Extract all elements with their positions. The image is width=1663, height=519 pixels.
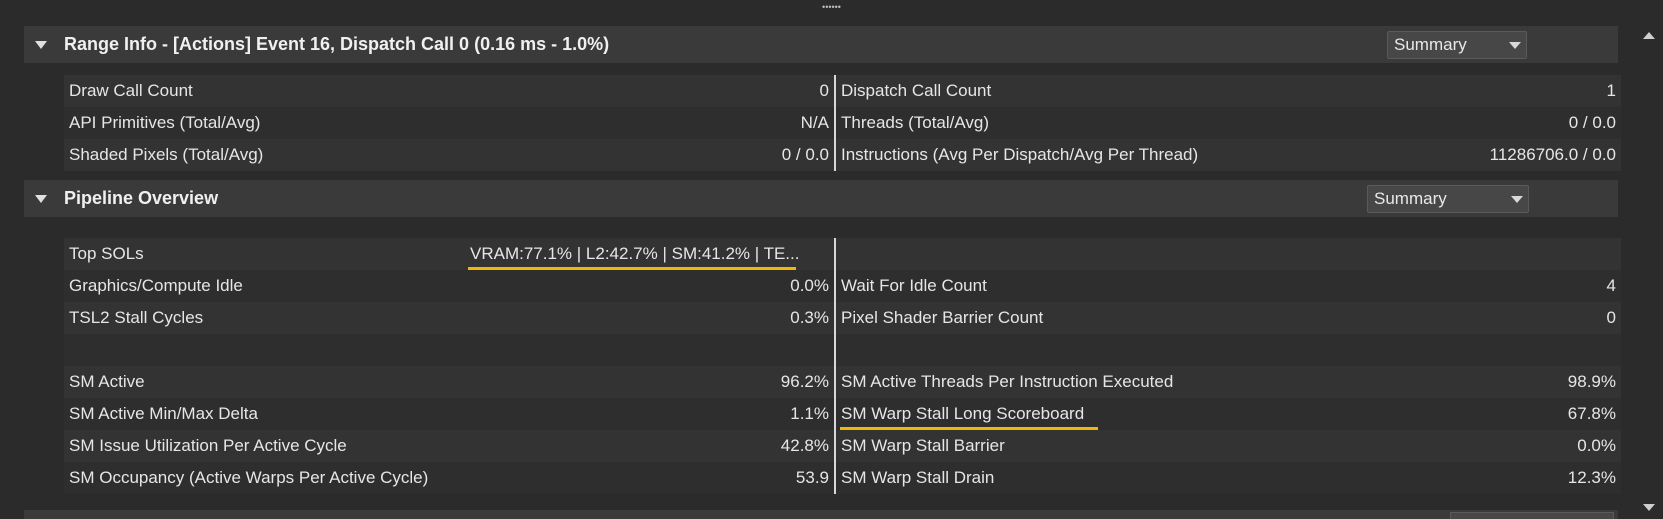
metric-label: SM Warp Stall Drain xyxy=(841,468,995,487)
table-row: TSL2 Stall Cycles 0.3% Pixel Shader Barri… xyxy=(64,302,1621,334)
metric-value: 98.9% xyxy=(1567,372,1616,391)
pipeline-overview-header[interactable]: Pipeline Overview Summary xyxy=(24,180,1618,217)
metric-label: Pixel Shader Barrier Count xyxy=(841,308,1044,327)
metric-value: 4 xyxy=(1606,276,1616,295)
scroll-up-arrow-icon[interactable] xyxy=(1641,28,1657,42)
metric-value: 0.0% xyxy=(1577,436,1616,455)
metric-value: 42.8% xyxy=(780,436,829,455)
dropdown-selected-value: Summary xyxy=(1374,189,1447,208)
metric-value: 0 / 0.0 xyxy=(1568,113,1616,132)
panel-resize-grip[interactable]: •••••• xyxy=(0,0,1663,14)
metric-value: 0.3% xyxy=(790,308,829,327)
metric-label: SM Active xyxy=(69,372,145,391)
metric-label: API Primitives (Total/Avg) xyxy=(69,113,261,132)
metric-label: SM Active Min/Max Delta xyxy=(69,404,258,423)
metric-label: SM Warp Stall Barrier xyxy=(841,436,1005,455)
metric-label: SM Occupancy (Active Warps Per Active Cy… xyxy=(69,468,429,487)
metric-label: Draw Call Count xyxy=(69,81,193,100)
metric-label: Dispatch Call Count xyxy=(841,81,992,100)
metric-value: N/A xyxy=(800,113,829,132)
metric-label: Shaded Pixels (Total/Avg) xyxy=(69,145,264,164)
range-info-title: Range Info - [Actions] Event 16, Dispatc… xyxy=(64,34,610,54)
table-row: Draw Call Count 0 Dispatch Call Count 1 xyxy=(64,75,1621,107)
metric-label: SM Active Threads Per Instruction Execut… xyxy=(841,372,1174,391)
next-section-header-partial[interactable] xyxy=(24,510,1618,519)
vertical-scrollbar[interactable] xyxy=(1639,26,1659,516)
table-row: SM Occupancy (Active Warps Per Active Cy… xyxy=(64,462,1621,494)
pipeline-overview-title: Pipeline Overview xyxy=(64,188,219,208)
next-section-dropdown-partial[interactable] xyxy=(1450,512,1614,519)
table-row-spacer xyxy=(64,334,1621,366)
chevron-down-icon xyxy=(1506,195,1528,203)
metric-value: 11286706.0 / 0.0 xyxy=(1489,145,1616,164)
metric-value: 0 xyxy=(819,81,829,100)
metrics-panel: Range Info - [Actions] Event 16, Dispatc… xyxy=(24,26,1621,516)
metric-value: 0.0% xyxy=(790,276,829,295)
metric-label: SM Issue Utilization Per Active Cycle xyxy=(69,436,347,455)
table-row: SM Active Min/Max Delta 1.1% SM Warp Stal… xyxy=(64,398,1621,430)
table-row: Graphics/Compute Idle 0.0% Wait For Idle … xyxy=(64,270,1621,302)
range-info-header[interactable]: Range Info - [Actions] Event 16, Dispatc… xyxy=(24,26,1618,63)
table-row: API Primitives (Total/Avg) N/A Threads (T… xyxy=(64,107,1621,139)
metric-value: 1 xyxy=(1606,81,1616,100)
metric-value: 1.1% xyxy=(790,404,829,423)
table-row: SM Active 96.2% SM Active Threads Per Ins… xyxy=(64,366,1621,398)
scrollbar-track[interactable] xyxy=(1639,26,1659,516)
range-info-view-dropdown[interactable]: Summary xyxy=(1387,31,1527,59)
metric-value: 53.9 xyxy=(795,468,829,487)
metric-label: TSL2 Stall Cycles xyxy=(69,308,204,327)
table-row: Shaded Pixels (Total/Avg) 0 / 0.0 Instruc… xyxy=(64,139,1621,171)
chevron-down-icon xyxy=(1504,41,1526,49)
metric-label: Threads (Total/Avg) xyxy=(841,113,990,132)
top-sols-value: VRAM:77.1% | L2:42.7% | SM:41.2% | TE... xyxy=(470,244,800,263)
metric-label: Instructions (Avg Per Dispatch/Avg Per T… xyxy=(841,145,1199,164)
metric-value: 96.2% xyxy=(780,372,829,391)
table-row-top-sols: Top SOLs VRAM:77.1% | L2:42.7% | SM:41.2… xyxy=(64,238,1621,270)
collapse-triangle-icon[interactable] xyxy=(34,38,48,52)
scroll-down-arrow-icon[interactable] xyxy=(1641,500,1657,514)
table-row: SM Issue Utilization Per Active Cycle 42.… xyxy=(64,430,1621,462)
metric-label: Graphics/Compute Idle xyxy=(69,276,243,295)
metric-label: SM Warp Stall Long Scoreboard xyxy=(841,404,1085,423)
metric-label: Wait For Idle Count xyxy=(841,276,987,295)
metric-value: 0 xyxy=(1606,308,1616,327)
metric-value: 67.8% xyxy=(1567,404,1616,423)
dropdown-selected-value: Summary xyxy=(1394,35,1467,54)
pipeline-overview-view-dropdown[interactable]: Summary xyxy=(1367,185,1529,213)
range-info-table: Draw Call Count 0 Dispatch Call Count 1 AP… xyxy=(64,75,1621,171)
metric-label: Top SOLs xyxy=(69,244,144,263)
metric-value: 0 / 0.0 xyxy=(781,145,829,164)
pipeline-overview-table: Top SOLs VRAM:77.1% | L2:42.7% | SM:41.2… xyxy=(64,238,1621,494)
metric-value: 12.3% xyxy=(1567,468,1616,487)
collapse-triangle-icon[interactable] xyxy=(34,192,48,206)
